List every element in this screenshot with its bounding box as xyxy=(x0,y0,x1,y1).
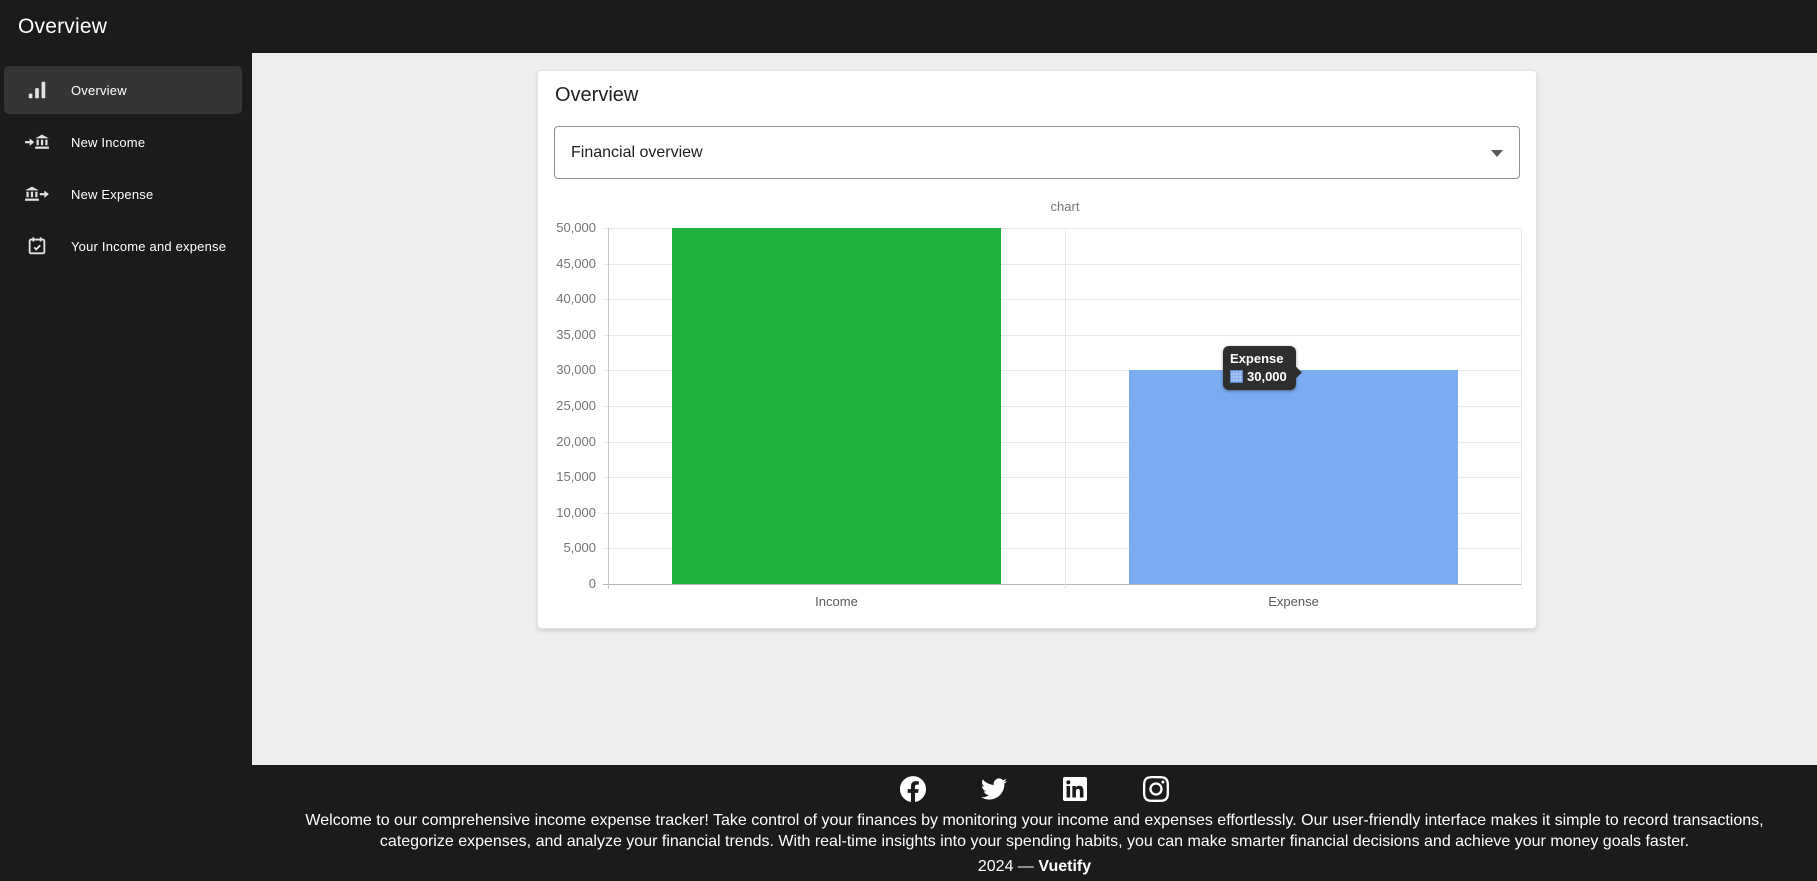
footer-year: 2024 xyxy=(978,858,1014,875)
sidebar-item-label: Overview xyxy=(71,83,127,98)
footer-about-text: Welcome to our comprehensive income expe… xyxy=(268,810,1801,852)
y-axis-label: 15,000 xyxy=(536,469,596,484)
x-axis-label: Income xyxy=(608,594,1065,609)
twitter-icon xyxy=(981,776,1007,802)
x-axis-label: Expense xyxy=(1065,594,1522,609)
chevron-down-icon xyxy=(1491,150,1503,157)
footer-brand: Vuetify xyxy=(1038,858,1091,875)
sidebar-item-overview[interactable]: Overview xyxy=(4,66,242,114)
sidebar-item-new-income[interactable]: New Income xyxy=(4,118,242,166)
select-value: Financial overview xyxy=(571,127,703,178)
main-content: Overview Financial overview chart Expens… xyxy=(252,53,1817,765)
chart-title: chart xyxy=(608,199,1522,214)
linkedin-link[interactable] xyxy=(1062,775,1089,802)
sidebar-item-label: New Income xyxy=(71,135,145,150)
y-axis-label: 45,000 xyxy=(536,256,596,271)
y-axis-label: 10,000 xyxy=(536,505,596,520)
facebook-link[interactable] xyxy=(900,775,927,802)
gridline xyxy=(603,584,1522,585)
y-axis-label: 25,000 xyxy=(536,398,596,413)
bank-transfer-in-icon xyxy=(23,130,51,154)
sidebar: Overview New Income xyxy=(0,53,252,765)
bank-transfer-out-icon xyxy=(23,182,51,206)
v-gridline xyxy=(1521,228,1522,589)
footer-copyright: 2024 — Vuetify xyxy=(268,858,1801,876)
y-axis-label: 30,000 xyxy=(536,362,596,377)
card-title: Overview xyxy=(555,84,638,107)
twitter-link[interactable] xyxy=(981,775,1008,802)
y-axis-label: 40,000 xyxy=(536,291,596,306)
sidebar-item-label: New Expense xyxy=(71,187,153,202)
chart-tooltip: Expense 30,000 xyxy=(1223,346,1296,390)
v-gridline xyxy=(1065,228,1066,589)
tooltip-value: 30,000 xyxy=(1247,369,1287,384)
calendar-check-icon xyxy=(23,234,51,258)
y-axis-label: 50,000 xyxy=(536,220,596,235)
tooltip-swatch xyxy=(1230,370,1243,383)
financial-overview-select[interactable]: Financial overview xyxy=(554,126,1520,179)
y-axis-label: 0 xyxy=(536,576,596,591)
chart-plot: Expense 30,000 05,00010,00015,00020,0002… xyxy=(608,228,1522,584)
instagram-icon xyxy=(1143,776,1169,802)
bar-income[interactable] xyxy=(672,228,1001,584)
bar-expense[interactable] xyxy=(1129,370,1458,584)
chart: chart Expense 30,000 05,00010,00015,0002… xyxy=(554,191,1522,614)
sidebar-item-your-income-and-expense[interactable]: Your Income and expense xyxy=(4,222,242,270)
sidebar-item-new-expense[interactable]: New Expense xyxy=(4,170,242,218)
linkedin-icon xyxy=(1063,777,1087,801)
facebook-icon xyxy=(900,776,926,802)
y-axis-label: 20,000 xyxy=(536,434,596,449)
v-gridline xyxy=(608,228,609,589)
app-header: Overview xyxy=(0,0,1817,53)
app-footer: Welcome to our comprehensive income expe… xyxy=(0,765,1817,881)
y-axis-label: 5,000 xyxy=(536,540,596,555)
page-title: Overview xyxy=(18,0,107,53)
y-axis-label: 35,000 xyxy=(536,327,596,342)
chart-bar-icon xyxy=(23,78,51,102)
tooltip-series-name: Expense xyxy=(1230,351,1287,366)
sidebar-item-label: Your Income and expense xyxy=(71,239,226,254)
social-links xyxy=(268,775,1801,802)
overview-card: Overview Financial overview chart Expens… xyxy=(537,70,1537,629)
instagram-link[interactable] xyxy=(1143,775,1170,802)
footer-separator: — xyxy=(1018,858,1034,875)
